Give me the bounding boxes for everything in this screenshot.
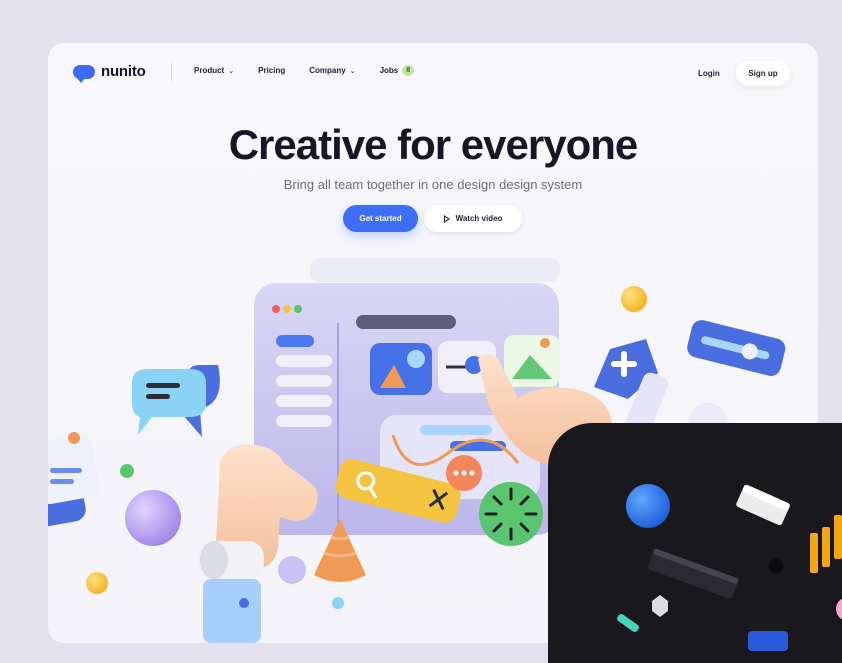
toggle-slider-shape bbox=[687, 320, 786, 376]
black-bar-shape bbox=[648, 548, 739, 599]
white-prism-shape bbox=[736, 484, 790, 526]
white-gem-shape bbox=[652, 595, 668, 617]
watch-face-shape bbox=[200, 541, 228, 579]
chat-bubbles-shape bbox=[132, 365, 220, 437]
browser-address-bar-shape bbox=[310, 258, 560, 282]
purple-sphere-shape bbox=[125, 490, 181, 546]
dark-preview-panel bbox=[548, 423, 842, 663]
gold-bars-shape bbox=[810, 515, 842, 573]
blue-sphere-shape bbox=[626, 484, 670, 528]
notes-card-shape bbox=[48, 432, 100, 529]
dark-3d-shapes bbox=[617, 484, 842, 651]
yellow-sphere-shape bbox=[621, 286, 647, 312]
sleeve-shape bbox=[203, 579, 261, 643]
